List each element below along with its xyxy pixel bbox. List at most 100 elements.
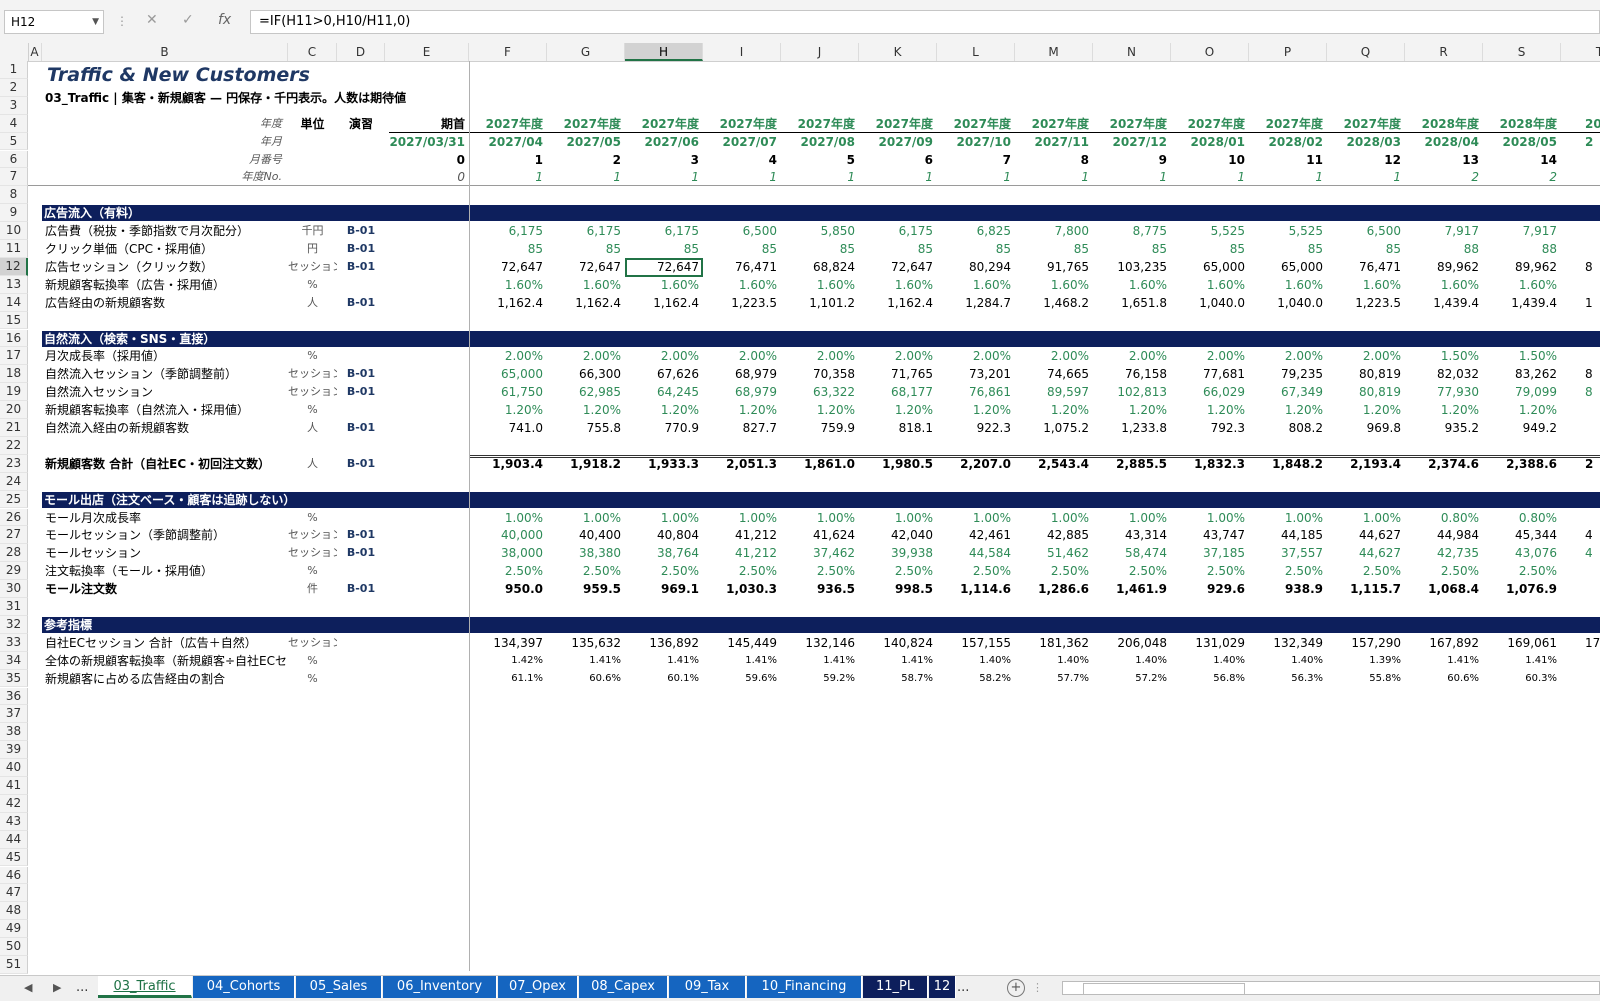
- row-header[interactable]: 20: [0, 401, 28, 419]
- value-cell[interactable]: 1,068.4: [1405, 580, 1483, 598]
- value-cell[interactable]: 89,597: [1015, 383, 1093, 401]
- row-unit[interactable]: %: [288, 401, 337, 419]
- row-header[interactable]: 14: [0, 293, 28, 312]
- value-cell[interactable]: 1,162.4: [859, 294, 937, 312]
- value-cell[interactable]: 60.1%: [625, 670, 703, 688]
- value-cell[interactable]: 770.9: [625, 419, 703, 437]
- period-year-month[interactable]: 2027/09: [859, 133, 937, 151]
- value-cell[interactable]: 792.3: [1171, 419, 1249, 437]
- header-label-fyno[interactable]: 年度No.: [42, 168, 288, 186]
- value-cell[interactable]: 85: [703, 240, 781, 258]
- row-header[interactable]: 26: [0, 508, 28, 527]
- value-cell[interactable]: 1.00%: [1015, 509, 1093, 527]
- value-cell[interactable]: 65,000: [1171, 258, 1249, 276]
- value-cell[interactable]: 59.6%: [703, 670, 781, 688]
- value-cell[interactable]: 74,665: [1015, 365, 1093, 383]
- period-month-number[interactable]: 3: [625, 151, 703, 169]
- value-cell[interactable]: 70,358: [781, 365, 859, 383]
- row-header[interactable]: 40: [0, 759, 28, 777]
- period-fy-number[interactable]: 2: [1483, 168, 1561, 186]
- period-fy-number[interactable]: 1: [937, 168, 1015, 186]
- value-cell[interactable]: 60.6%: [1405, 670, 1483, 688]
- partial-cell[interactable]: 2: [1561, 133, 1600, 151]
- value-cell[interactable]: 2.50%: [547, 562, 625, 580]
- value-cell[interactable]: 67,349: [1249, 383, 1327, 401]
- value-cell[interactable]: 37,462: [781, 544, 859, 562]
- period-year-month[interactable]: 2027/06: [625, 133, 703, 151]
- value-cell[interactable]: 1,076.9: [1483, 580, 1561, 598]
- value-cell[interactable]: 169,061: [1483, 634, 1561, 652]
- value-cell[interactable]: 68,177: [859, 383, 937, 401]
- value-cell[interactable]: 2.50%: [1015, 562, 1093, 580]
- period-fiscal-year[interactable]: 2027年度: [469, 115, 547, 133]
- period-year-month[interactable]: 2027/10: [937, 133, 1015, 151]
- row-header[interactable]: 29: [0, 562, 28, 581]
- period-fy-number[interactable]: 1: [469, 168, 547, 186]
- period-month-number[interactable]: 2: [547, 151, 625, 169]
- row-header[interactable]: 43: [0, 812, 28, 831]
- sheet-tab[interactable]: 12: [929, 976, 956, 998]
- value-cell[interactable]: 1,439.4: [1483, 294, 1561, 312]
- value-cell[interactable]: 1.42%: [469, 652, 547, 670]
- value-cell[interactable]: 85: [1171, 240, 1249, 258]
- value-cell[interactable]: 6,825: [937, 222, 1015, 240]
- value-cell[interactable]: 936.5: [781, 580, 859, 598]
- row-label[interactable]: 新規顧客数 合計（自社EC・初回注文数）: [42, 455, 288, 473]
- value-cell[interactable]: 1.00%: [547, 509, 625, 527]
- value-cell[interactable]: 1.20%: [781, 401, 859, 419]
- header-label-mnum[interactable]: 月番号: [42, 151, 288, 169]
- value-cell[interactable]: 181,362: [1015, 634, 1093, 652]
- row-label[interactable]: 自然流入セッション（季節調整前）: [42, 365, 288, 383]
- value-cell[interactable]: 68,824: [781, 258, 859, 276]
- value-cell[interactable]: 1,162.4: [547, 294, 625, 312]
- value-cell[interactable]: 44,984: [1405, 526, 1483, 544]
- period-fy-number[interactable]: 1: [547, 168, 625, 186]
- period-fiscal-year[interactable]: 2027年度: [1327, 115, 1405, 133]
- value-cell[interactable]: 83,262: [1483, 365, 1561, 383]
- row-label[interactable]: 月次成長率（採用値）: [42, 347, 288, 365]
- row-header[interactable]: 28: [0, 544, 28, 563]
- value-cell[interactable]: 2.50%: [859, 562, 937, 580]
- row-label[interactable]: 広告費（税抜・季節指数で月次配分）: [42, 222, 288, 240]
- value-cell[interactable]: 741.0: [469, 419, 547, 437]
- value-cell[interactable]: 42,040: [859, 526, 937, 544]
- value-cell[interactable]: 6,500: [703, 222, 781, 240]
- value-cell[interactable]: 1.41%: [703, 652, 781, 670]
- value-cell[interactable]: 60.6%: [547, 670, 625, 688]
- value-cell[interactable]: 2.00%: [859, 347, 937, 365]
- value-cell[interactable]: 136,892: [625, 634, 703, 652]
- row-header[interactable]: 37: [0, 705, 28, 724]
- row-header[interactable]: 47: [0, 884, 28, 903]
- value-cell[interactable]: 82,032: [1405, 365, 1483, 383]
- row-label[interactable]: クリック単価（CPC・採用値）: [42, 240, 288, 258]
- header-label-fy[interactable]: 年度: [42, 115, 288, 133]
- period-year-month[interactable]: 2028/03: [1327, 133, 1405, 151]
- value-cell[interactable]: 132,146: [781, 634, 859, 652]
- row-header[interactable]: 19: [0, 383, 28, 402]
- row-label[interactable]: 広告セッション（クリック数）: [42, 258, 288, 276]
- value-cell[interactable]: 1,461.9: [1093, 580, 1171, 598]
- row-header[interactable]: 41: [0, 777, 28, 795]
- value-cell[interactable]: 0.80%: [1405, 509, 1483, 527]
- selected-cell-h12[interactable]: [625, 257, 703, 277]
- row-unit[interactable]: セッション: [288, 383, 337, 401]
- value-cell[interactable]: 1.60%: [547, 276, 625, 294]
- sheet-tab[interactable]: 04_Cohorts: [193, 976, 295, 998]
- value-cell[interactable]: 38,764: [625, 544, 703, 562]
- value-cell[interactable]: 2.00%: [781, 347, 859, 365]
- row-ref[interactable]: B-01: [337, 258, 385, 276]
- value-cell[interactable]: 6,175: [625, 222, 703, 240]
- value-cell[interactable]: 1,468.2: [1015, 294, 1093, 312]
- value-cell[interactable]: 37,185: [1171, 544, 1249, 562]
- value-cell[interactable]: 76,861: [937, 383, 1015, 401]
- row-label[interactable]: 自社ECセッション 合計（広告＋自然）: [42, 634, 288, 652]
- partial-cell[interactable]: 17: [1561, 634, 1600, 652]
- partial-cell[interactable]: 4: [1561, 544, 1600, 562]
- period-fy-number[interactable]: 2: [1405, 168, 1483, 186]
- value-cell[interactable]: 79,235: [1249, 365, 1327, 383]
- row-header[interactable]: 10: [0, 222, 28, 240]
- period-fiscal-year[interactable]: 2027年度: [1171, 115, 1249, 133]
- row-label[interactable]: 新規顧客転換率（広告・採用値）: [42, 276, 288, 294]
- value-cell[interactable]: 1,651.8: [1093, 294, 1171, 312]
- value-cell[interactable]: 2.00%: [625, 347, 703, 365]
